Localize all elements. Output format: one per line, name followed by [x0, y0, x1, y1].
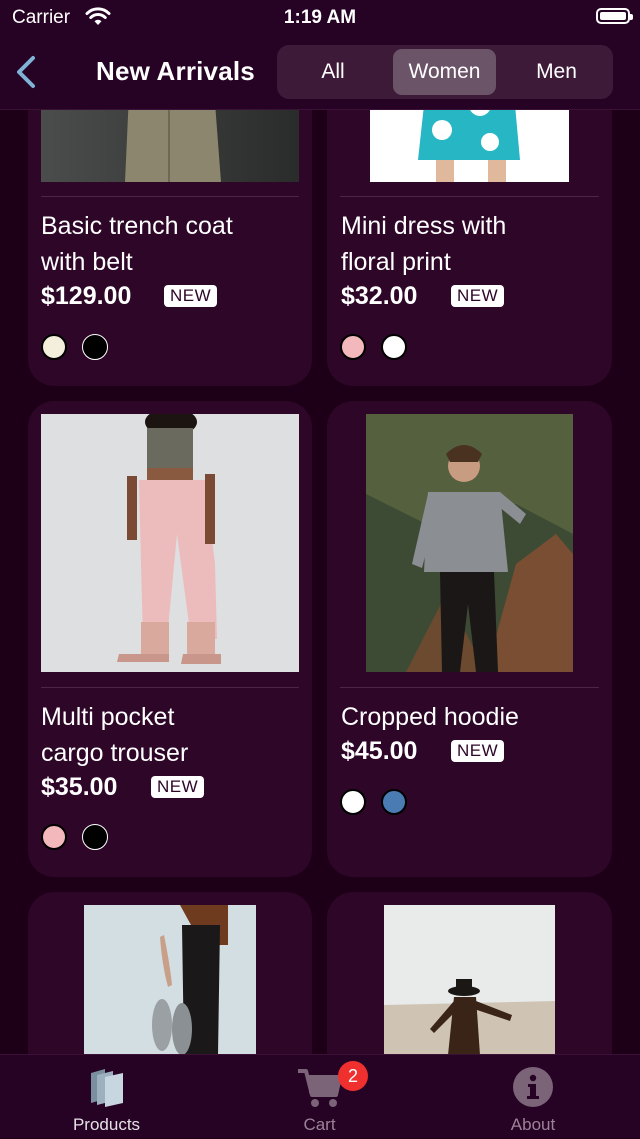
segment-men[interactable]: Men [505, 49, 608, 95]
tab-label: Products [72, 1115, 141, 1134]
product-name: Multi pocket cargo trouser [41, 703, 189, 767]
trench-coat-photo [41, 110, 299, 182]
back-chevron-icon[interactable] [12, 54, 42, 90]
new-badge: NEW [451, 740, 505, 762]
product-name: Mini dress with floral print [341, 212, 507, 276]
info-icon [513, 1067, 553, 1107]
color-swatch[interactable] [381, 789, 407, 815]
products-icon [90, 1069, 123, 1107]
color-swatch[interactable] [381, 334, 407, 360]
color-swatch[interactable] [340, 789, 366, 815]
new-badge: NEW [151, 776, 205, 798]
desert-walk-photo [384, 905, 555, 1054]
color-swatch[interactable] [340, 334, 366, 360]
tab-cart[interactable]: Cart [213, 1055, 426, 1139]
tab-bar: Products Cart 2 About [0, 1054, 640, 1138]
cropped-hoodie-photo [366, 414, 573, 672]
battery-icon [596, 8, 633, 24]
tab-label: Cart [303, 1115, 336, 1134]
segment-all[interactable]: All [282, 49, 384, 95]
product-price: $32.00 [341, 282, 418, 310]
color-swatch[interactable] [82, 334, 108, 360]
shoes-photo [84, 905, 256, 1054]
product-card[interactable]: Cropped hoodie $45.00 NEW [327, 401, 612, 877]
product-card[interactable]: Basic trench coat with belt $129.00 NEW [28, 110, 312, 386]
tab-label: About [510, 1115, 556, 1134]
product-name: Cropped hoodie [341, 703, 519, 731]
product-card[interactable] [28, 892, 312, 1054]
color-swatch[interactable] [41, 824, 67, 850]
status-bar: Carrier 1:19 AM [0, 0, 640, 36]
product-name: Basic trench coat with belt [41, 212, 233, 276]
color-swatch[interactable] [41, 334, 67, 360]
product-price: $45.00 [341, 737, 418, 765]
gender-segmented-control: All Women Men [277, 45, 613, 99]
product-card[interactable]: Mini dress with floral print $32.00 NEW [327, 110, 612, 386]
tab-about[interactable]: About [426, 1055, 640, 1139]
product-card[interactable]: Multi pocket cargo trouser $35.00 NEW [28, 401, 312, 877]
page-title: New Arrivals [96, 56, 255, 86]
product-grid: Basic trench coat with belt $129.00 NEW … [0, 110, 640, 1054]
color-swatch[interactable] [82, 824, 108, 850]
floral-dress-photo [370, 110, 569, 182]
product-price: $35.00 [41, 773, 118, 801]
cargo-trouser-photo [41, 414, 299, 672]
segment-women[interactable]: Women [393, 49, 496, 95]
new-badge: NEW [164, 285, 218, 307]
tab-products[interactable]: Products [0, 1055, 213, 1139]
navigation-bar: New Arrivals All Women Men [0, 36, 640, 110]
cart-count-badge: 2 [338, 1061, 368, 1091]
product-card[interactable] [327, 892, 612, 1054]
new-badge: NEW [451, 285, 505, 307]
status-time: 1:19 AM [283, 7, 357, 28]
cart-icon [297, 1069, 342, 1107]
product-price: $129.00 [41, 282, 132, 310]
